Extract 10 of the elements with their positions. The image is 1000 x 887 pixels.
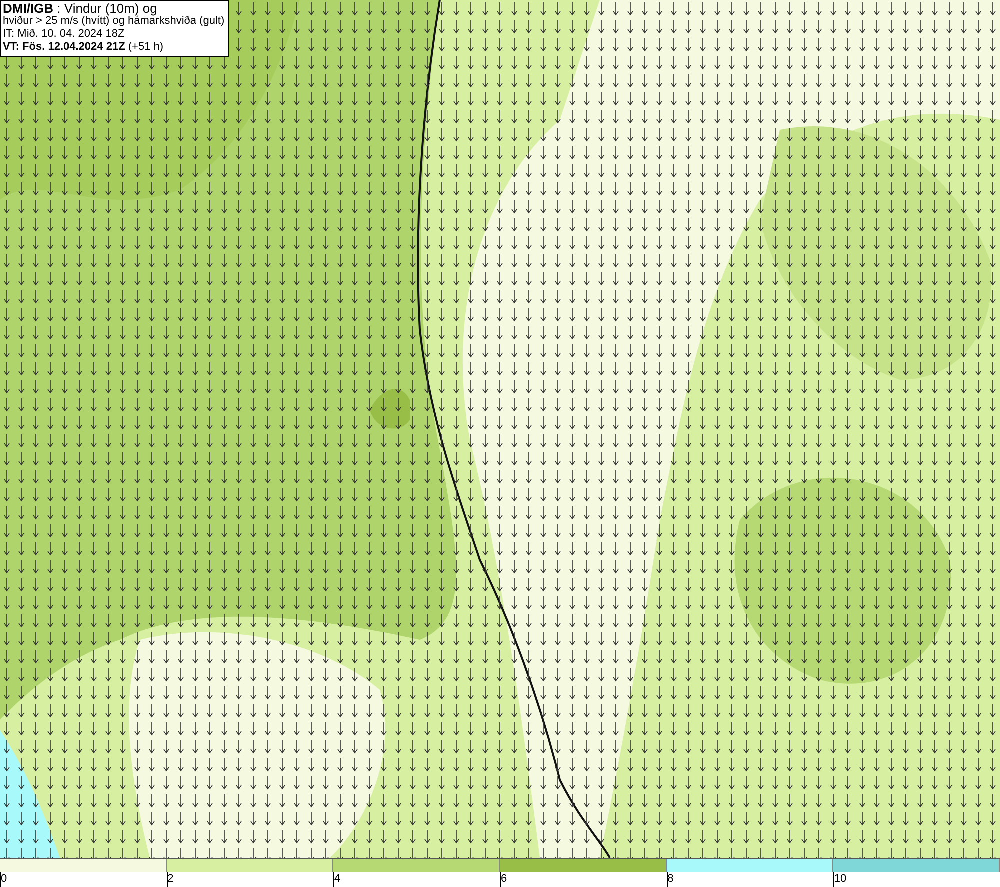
title-line: hviður > 25 m/s (hvítt) og hámarkshviða (gult)	[3, 15, 225, 28]
scale-tick-label: 4	[334, 873, 340, 885]
scale-tick-label: 6	[501, 873, 508, 885]
title-line: DMI/IGB : Vindur (10m) og	[3, 2, 158, 15]
scale-tick-label: 8	[668, 873, 674, 885]
scale-tick-label: 10	[834, 873, 847, 885]
scale-tick-label: 2	[168, 873, 174, 885]
scale-tick-label: 0	[1, 873, 8, 885]
title-line: IT: Mið. 10. 04. 2024 18Z	[3, 28, 126, 41]
title-line: VT: Fös. 12.04.2024 21Z (+51 h)	[3, 41, 165, 54]
